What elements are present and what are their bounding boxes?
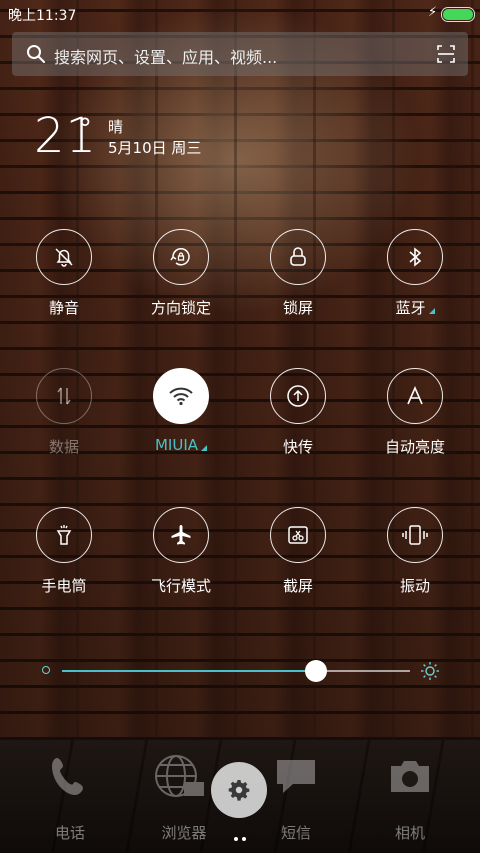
gear-icon	[228, 780, 250, 801]
toggle-label: 静音	[48, 299, 79, 317]
dock-messages[interactable]	[256, 752, 336, 806]
sun-icon	[421, 662, 439, 680]
lock-icon	[270, 229, 326, 285]
brightness-low-icon	[42, 666, 50, 674]
mobile-data-icon	[36, 368, 92, 424]
toggle-label: 锁屏	[282, 299, 313, 317]
vibrate-icon	[387, 507, 443, 563]
share-icon	[270, 368, 326, 424]
rotation-lock-icon	[153, 229, 209, 285]
search-bar[interactable]: 搜索网页、设置、应用、视频...	[12, 32, 468, 76]
brightness-fill	[62, 670, 317, 672]
toggle-label: 自动亮度	[384, 438, 445, 456]
dock-label: 短信	[280, 824, 311, 842]
toggle-label: MIUIA	[127, 436, 235, 454]
toggle-label-text: MIUIA	[154, 436, 199, 454]
dock-browser[interactable]	[140, 752, 220, 810]
settings-button[interactable]	[211, 762, 267, 818]
toggle-label: 数据	[48, 438, 79, 456]
toggle-mobile-data[interactable]: 数据	[10, 368, 120, 468]
toggle-lock-screen[interactable]: 锁屏	[244, 229, 354, 329]
bluetooth-icon	[387, 229, 443, 285]
dock-label: 相机	[394, 824, 425, 842]
toggle-auto-brightness[interactable]: 自动亮度	[361, 368, 471, 468]
toggle-label: 快传	[282, 438, 313, 456]
toggle-label: 截屏	[282, 577, 313, 595]
message-icon	[277, 760, 315, 793]
camera-icon	[391, 761, 429, 792]
toggle-label-text: 蓝牙	[395, 299, 426, 317]
toggle-label: 振动	[399, 577, 430, 595]
toggle-screenshot[interactable]: 截屏	[244, 507, 354, 607]
charging-icon: ⚡	[428, 5, 438, 20]
flashlight-icon	[36, 507, 92, 563]
toggle-rotation-lock[interactable]: 方向锁定	[127, 229, 237, 329]
toggle-silent[interactable]: 静音	[10, 229, 120, 329]
expand-indicator-icon	[201, 445, 208, 451]
dock-label: 电话	[54, 824, 85, 842]
toggle-label: 飞行模式	[150, 577, 211, 595]
battery-fill	[443, 9, 473, 20]
toggle-label: 手电筒	[41, 577, 87, 595]
search-placeholder: 搜索网页、设置、应用、视频...	[54, 48, 278, 67]
toggle-label: 蓝牙	[361, 297, 469, 318]
toggle-vibrate[interactable]: 振动	[361, 507, 471, 607]
brightness-slider[interactable]	[62, 660, 410, 682]
toggle-flashlight[interactable]: 手电筒	[10, 507, 120, 607]
battery-icon	[441, 7, 475, 22]
toggle-wifi[interactable]: MIUIA	[127, 368, 237, 468]
dock-label: 浏览器	[161, 824, 207, 842]
toggle-airplane-mode[interactable]: 飞行模式	[127, 507, 237, 607]
status-time: 晚上11:37	[8, 8, 77, 24]
airplane-icon	[153, 507, 209, 563]
weather-condition: 晴	[108, 118, 124, 136]
dock-phone[interactable]	[30, 752, 110, 806]
brightness-handle[interactable]	[305, 660, 328, 682]
weather-date: 5月10日 周三	[108, 139, 202, 157]
degree-symbol: °	[78, 112, 92, 145]
bell-off-icon	[36, 229, 92, 285]
toggle-bluetooth[interactable]: 蓝牙	[361, 229, 471, 329]
browser-icon	[155, 755, 204, 797]
page-indicator	[232, 826, 248, 841]
wifi-icon	[153, 368, 209, 424]
auto-brightness-icon	[387, 368, 443, 424]
scan-icon[interactable]	[436, 44, 456, 64]
toggle-quick-share[interactable]: 快传	[244, 368, 354, 468]
dock-camera[interactable]	[370, 752, 450, 806]
status-bar: 晚上11:37 ⚡	[0, 0, 480, 28]
search-icon	[27, 45, 45, 63]
toggle-label: 方向锁定	[150, 299, 211, 317]
expand-indicator-icon	[428, 308, 435, 314]
phone-icon	[52, 758, 83, 795]
screenshot-icon	[270, 507, 326, 563]
